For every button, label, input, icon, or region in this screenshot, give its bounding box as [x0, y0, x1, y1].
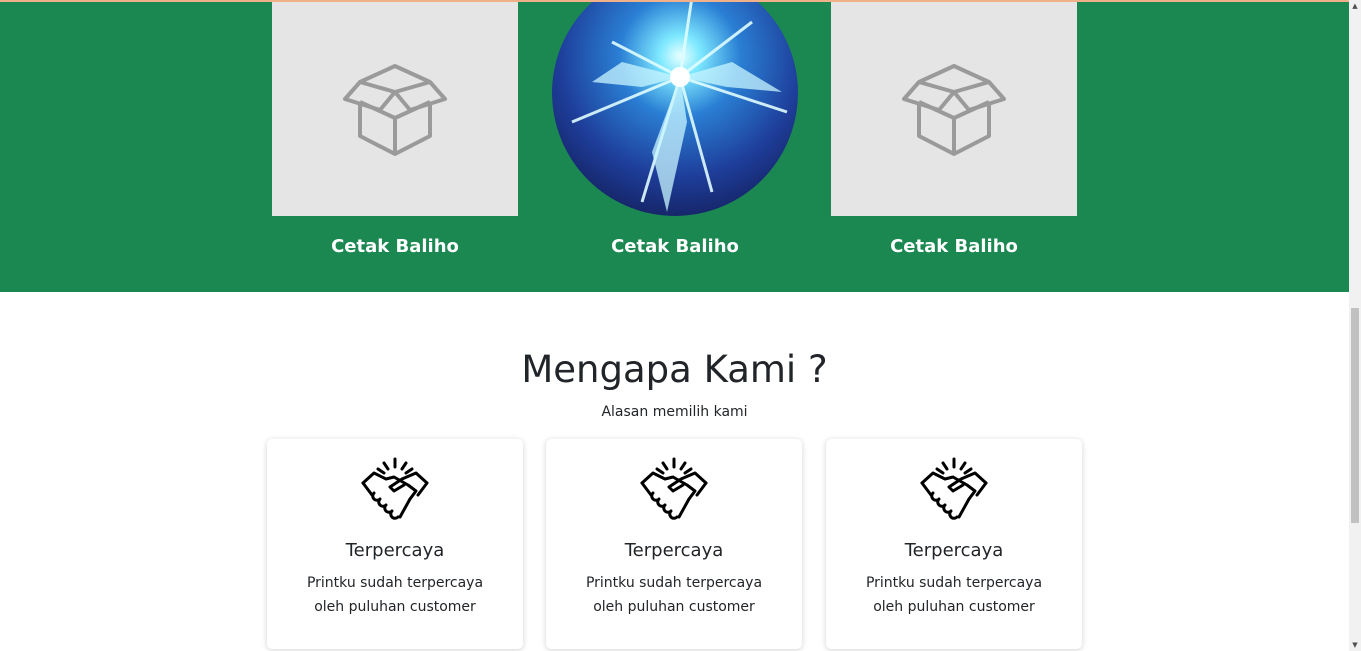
handshake-icon	[640, 457, 708, 520]
feature-title: Terpercaya	[624, 540, 724, 561]
product-card-1[interactable]: Cetak Baliho	[272, 2, 518, 258]
feature-card-2: Terpercaya Printku sudah terpercaya oleh…	[546, 439, 802, 649]
feature-text: Printku sudah terpercaya oleh puluhan cu…	[585, 575, 763, 615]
product-card-2[interactable]: Cetak Baliho	[552, 2, 798, 258]
box-icon	[343, 64, 447, 156]
box-icon	[902, 64, 1006, 156]
why-subtitle: Alasan memilih kami	[601, 404, 748, 420]
product-image-placeholder	[831, 2, 1077, 216]
product-title[interactable]: Cetak Baliho	[831, 236, 1077, 258]
scroll-down-icon[interactable]: ▼	[1349, 639, 1361, 651]
feature-title: Terpercaya	[904, 540, 1004, 561]
feature-card-1: Terpercaya Printku sudah terpercaya oleh…	[267, 439, 523, 649]
why-title: Mengapa Kami ?	[521, 348, 828, 391]
product-card-3[interactable]: Cetak Baliho	[831, 2, 1077, 258]
feature-title: Terpercaya	[345, 540, 445, 561]
handshake-icon	[361, 457, 429, 520]
product-image-placeholder	[272, 2, 518, 216]
lightning-burst-image	[552, 2, 798, 216]
feature-card-3: Terpercaya Printku sudah terpercaya oleh…	[826, 439, 1082, 649]
handshake-icon	[920, 457, 988, 520]
feature-text: Printku sudah terpercaya oleh puluhan cu…	[306, 575, 484, 615]
product-title[interactable]: Cetak Baliho	[272, 236, 518, 258]
scroll-up-icon[interactable]: ▲	[1349, 0, 1361, 12]
product-title[interactable]: Cetak Baliho	[552, 236, 798, 258]
products-section: Cetak Baliho Cetak Baliho Cetak Baliho	[0, 2, 1349, 292]
vertical-scrollbar[interactable]: ▲ ▼	[1349, 0, 1361, 651]
feature-text: Printku sudah terpercaya oleh puluhan cu…	[865, 575, 1043, 615]
scrollbar-thumb[interactable]	[1351, 308, 1359, 523]
